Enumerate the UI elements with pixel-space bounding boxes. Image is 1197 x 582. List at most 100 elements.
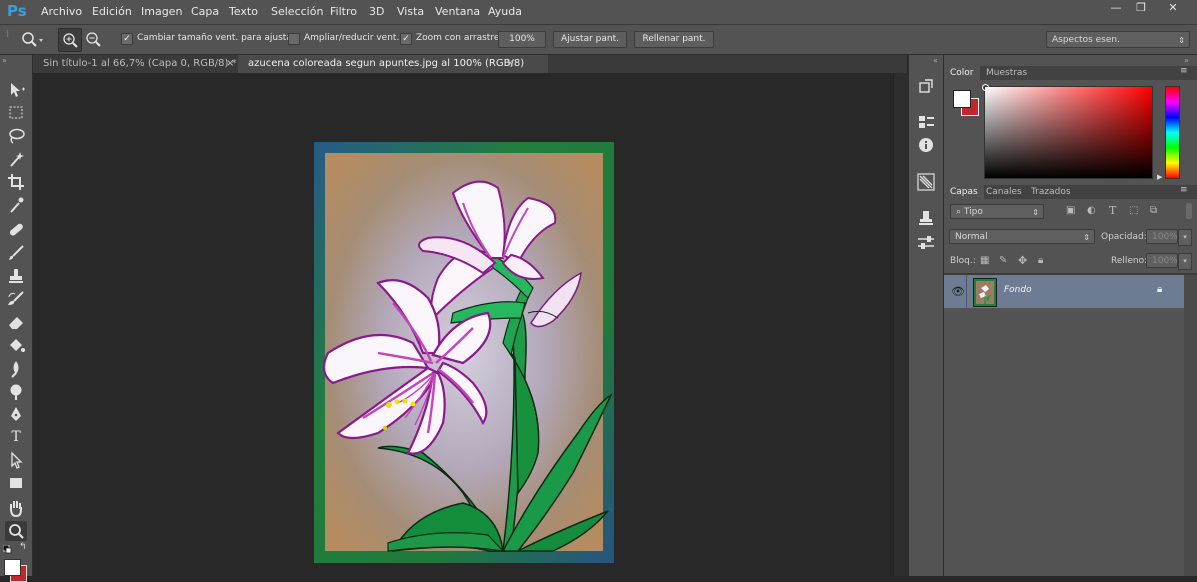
blend-mode-select[interactable]: Normal ⇕ (949, 229, 1095, 244)
panel-menu-icon[interactable]: ≡ (1180, 185, 1188, 195)
filter-type-icon[interactable]: T (1109, 204, 1116, 217)
marquee-tool[interactable] (5, 103, 27, 123)
magic-wand-tool[interactable] (5, 149, 27, 169)
tab-capas[interactable]: Capas (944, 185, 984, 199)
eraser-tool[interactable] (5, 312, 27, 332)
document-canvas[interactable] (33, 73, 907, 576)
zoom-tool[interactable] (5, 521, 27, 541)
workspace-select[interactable]: Aspectos esen. ⇕ (1046, 31, 1190, 48)
tab-close-button[interactable]: × (226, 55, 234, 73)
hue-slider[interactable] (1165, 86, 1180, 179)
filter-shape-icon[interactable]: ⬚ (1129, 205, 1138, 216)
tool-preset-picker[interactable] (18, 28, 46, 50)
menu-ayuda[interactable]: Ayuda (488, 5, 522, 18)
layers-scrollbar[interactable] (1184, 275, 1197, 576)
healing-brush-tool[interactable] (5, 220, 27, 240)
filter-adjustment-icon[interactable]: ◐ (1087, 205, 1096, 216)
fill-screen-button[interactable]: Rellenar pant. (634, 31, 714, 48)
properties-panel-button[interactable] (915, 112, 937, 132)
rectangle-tool[interactable] (5, 473, 27, 493)
expand-panels-icon[interactable]: » (1184, 56, 1189, 65)
foreground-color-swatch[interactable] (4, 559, 21, 576)
collapse-panels-icon[interactable]: « (933, 56, 938, 65)
tab-trazados[interactable]: Trazados (1025, 185, 1077, 199)
zoom-all-windows-checkbox[interactable] (288, 33, 300, 45)
minimize-button[interactable]: — (1103, 1, 1129, 15)
default-colors-icon[interactable] (2, 544, 12, 554)
hue-slider-handle-icon[interactable]: ▶ (1157, 173, 1162, 181)
document-tabs: Sin título-1 al 66,7% (Capa 0, RGB/8) * … (33, 55, 907, 73)
filter-toggle-switch[interactable] (1186, 203, 1192, 219)
paths-panel-button[interactable] (915, 172, 937, 192)
move-tool[interactable] (5, 80, 27, 100)
pen-tool[interactable] (5, 404, 27, 424)
layer-name[interactable]: Fondo (1004, 285, 1032, 295)
adjustments-panel-button[interactable] (915, 208, 937, 228)
menu-3d[interactable]: 3D (369, 5, 384, 18)
path-selection-tool[interactable] (5, 450, 27, 470)
sliders-icon (918, 236, 934, 249)
eye-visibility-icon[interactable]: 👁︎ (951, 285, 965, 298)
menu-imagen[interactable]: Imagen (141, 5, 182, 18)
filter-pixel-icon[interactable]: ▣ (1066, 205, 1075, 216)
lock-transparency-icon[interactable]: ▦ (980, 255, 989, 266)
lock-position-icon[interactable]: ✥ (1018, 254, 1027, 267)
eyedropper-tool[interactable] (5, 195, 27, 215)
zoom-100-button[interactable]: 100% (498, 31, 546, 48)
styles-panel-button[interactable] (915, 232, 937, 252)
info-panel-button[interactable] (915, 135, 937, 155)
rectangle-icon (10, 478, 22, 488)
zoom-preset-icon (22, 32, 43, 47)
history-panel-button[interactable] (915, 77, 937, 97)
fit-screen-button[interactable]: Ajustar pant. (553, 31, 627, 48)
menu-seleccion[interactable]: Selección (271, 5, 323, 18)
tab-muestras[interactable]: Muestras (980, 66, 1033, 80)
history-brush-tool[interactable] (5, 289, 27, 309)
blur-tool[interactable] (5, 358, 27, 378)
opacity-dropdown-icon[interactable]: ▾ (1178, 229, 1192, 246)
lock-pixels-icon[interactable]: ✎ (999, 255, 1007, 266)
fill-dropdown-icon[interactable]: ▾ (1178, 253, 1192, 270)
tab-canales[interactable]: Canales (980, 185, 1028, 199)
filter-smart-object-icon[interactable]: ⧉ (1150, 205, 1157, 216)
menu-texto[interactable]: Texto (229, 5, 258, 18)
history-icon (919, 79, 933, 93)
panel-menu-icon[interactable]: ≡ (1180, 66, 1188, 76)
color-picker-marker[interactable] (982, 84, 989, 91)
tab-close-button[interactable]: × (506, 55, 514, 73)
close-window-button[interactable]: ✕ (1160, 1, 1186, 15)
zoom-out-button[interactable] (82, 28, 104, 50)
menu-capa[interactable]: Capa (191, 5, 219, 18)
lasso-tool[interactable] (5, 126, 27, 146)
layer-row-fondo[interactable]: 👁︎ Fondo 🔒︎ (944, 275, 1184, 308)
vertical-scrollbar[interactable] (893, 73, 908, 576)
zoom-in-button[interactable] (58, 28, 82, 52)
expand-toolbar-icon[interactable]: » (2, 56, 7, 65)
menu-archivo[interactable]: Archivo (41, 5, 82, 18)
scrubby-zoom-checkbox[interactable]: ✓ (400, 33, 412, 45)
swap-colors-icon[interactable]: ↰ (19, 542, 27, 552)
fill-input[interactable]: 100% (1146, 253, 1178, 268)
clone-stamp-tool[interactable] (5, 266, 27, 286)
color-field[interactable] (984, 86, 1153, 179)
menu-edicion[interactable]: Edición (92, 5, 132, 18)
brush-tool[interactable] (5, 243, 27, 263)
lock-all-icon[interactable]: 🔒︎ (1038, 255, 1043, 266)
tab-sin-titulo[interactable]: Sin título-1 al 66,7% (Capa 0, RGB/8) * (33, 55, 239, 73)
tab-azucena[interactable]: azucena coloreada segun apuntes.jpg al 1… (238, 55, 548, 73)
crop-tool[interactable] (5, 172, 27, 192)
menu-vista[interactable]: Vista (397, 5, 424, 18)
hand-tool[interactable] (5, 498, 27, 518)
menu-ventana[interactable]: Ventana (435, 5, 480, 18)
paint-bucket-tool[interactable] (5, 335, 27, 355)
tab-color[interactable]: Color (944, 66, 980, 80)
type-tool[interactable]: T (5, 427, 27, 447)
divider (966, 275, 967, 308)
restore-button[interactable]: ❐ (1128, 1, 1154, 15)
color-foreground-swatch[interactable] (953, 90, 971, 108)
opacity-input[interactable]: 100% (1146, 229, 1178, 244)
menu-filtro[interactable]: Filtro (330, 5, 357, 18)
layer-filter-select[interactable]: ⌕ Tipo ⇕ (950, 204, 1044, 219)
resize-windows-checkbox[interactable]: ✓ (121, 33, 133, 45)
dodge-tool[interactable] (5, 381, 27, 401)
